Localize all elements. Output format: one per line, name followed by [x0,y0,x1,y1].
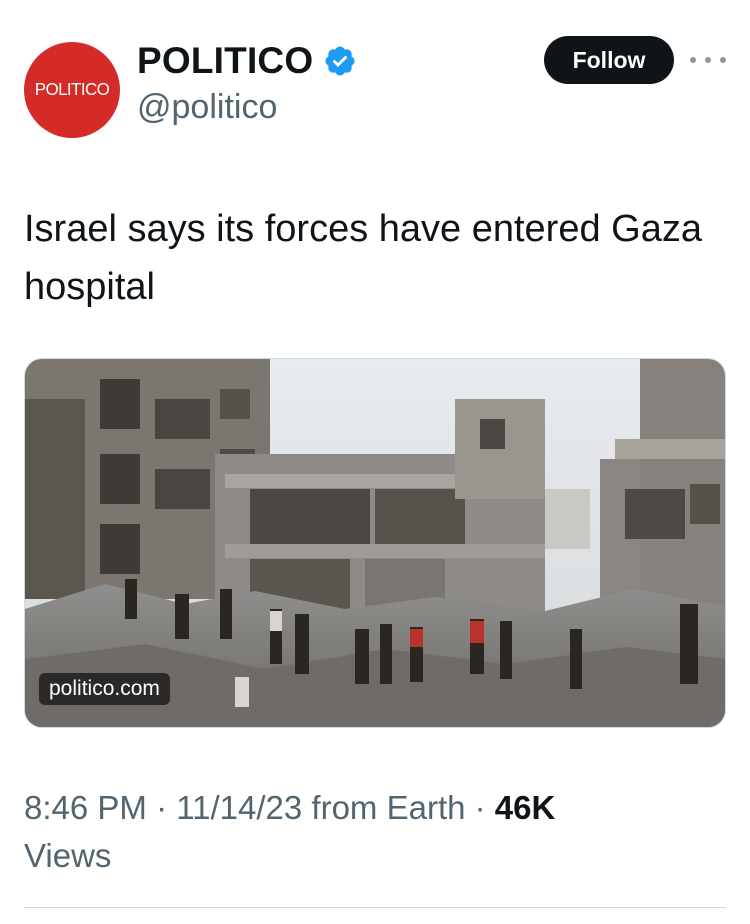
user-handle[interactable]: @politico [137,88,277,127]
tweet-text: Israel says its forces have entered Gaza… [24,208,702,308]
avatar-logo-text: POLITICO [34,79,110,100]
more-dot [720,57,726,63]
media-card[interactable]: politico.com [24,358,726,728]
meta-separator: · [465,789,495,826]
divider [24,907,726,908]
tweet-date[interactable]: 11/14/23 [176,789,302,826]
meta-separator: · [146,789,177,826]
tweet-time[interactable]: 8:46 PM [24,789,147,826]
author-name-row: POLITICO [137,40,357,82]
tweet-meta: 8:46 PM · 11/14/23 from Earth · 46K View… [24,784,724,880]
views-count: 46K [494,789,556,826]
more-dot [705,57,711,63]
more-options-icon[interactable] [690,50,726,70]
media-link-label[interactable]: politico.com [39,673,170,705]
more-dot [690,57,696,63]
display-name[interactable]: POLITICO [137,40,313,82]
avatar[interactable]: POLITICO [24,42,120,138]
verified-badge-icon [325,46,355,76]
follow-button[interactable]: Follow [544,36,674,84]
views-label: Views [24,837,112,874]
tweet-source: from Earth [302,789,466,826]
tweet-card: POLITICO POLITICO @politico Follow Israe… [0,0,750,924]
